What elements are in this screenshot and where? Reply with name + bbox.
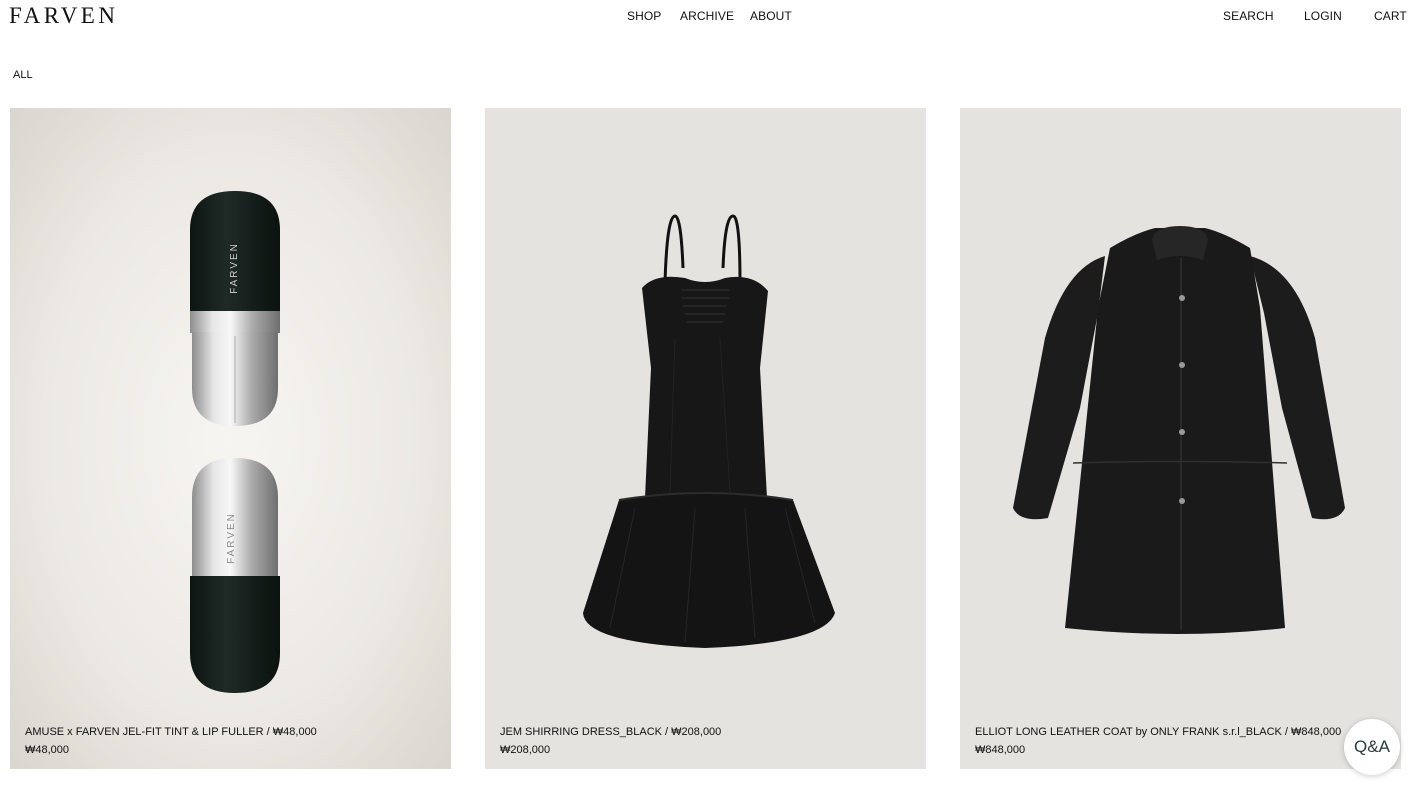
product-name[interactable]: JEM SHIRRING DRESS_BLACK / ₩208,000 <box>500 723 721 741</box>
cart-link[interactable]: CART <box>1374 9 1407 23</box>
nav-archive-link[interactable]: ARCHIVE <box>680 9 734 23</box>
product-card-lip-tint[interactable]: FARVEN FARVEN AMUSE x FARVEN JEL-FIT TIN… <box>10 108 451 769</box>
category-filter-all[interactable]: ALL <box>13 69 33 82</box>
login-link[interactable]: LOGIN <box>1304 9 1342 23</box>
black-leather-coat-image <box>1013 226 1345 634</box>
qa-chat-button[interactable]: Q&A <box>1344 719 1400 775</box>
lip-tint-capsule-image: FARVEN FARVEN <box>190 191 280 693</box>
product-info: AMUSE x FARVEN JEL-FIT TINT & LIP FULLER… <box>25 723 317 759</box>
qa-button-label: Q&A <box>1354 737 1390 756</box>
farven-logo[interactable]: FARVEN <box>9 4 118 28</box>
black-dress-image <box>583 214 835 648</box>
product-info: JEM SHIRRING DRESS_BLACK / ₩208,000 ₩208… <box>500 723 721 759</box>
product-card-leather-coat[interactable]: ELLIOT LONG LEATHER COAT by ONLY FRANK s… <box>960 108 1401 769</box>
capsule-brand-mark-lower: FARVEN <box>226 512 237 564</box>
product-name[interactable]: ELLIOT LONG LEATHER COAT by ONLY FRANK s… <box>975 723 1341 741</box>
product-info: ELLIOT LONG LEATHER COAT by ONLY FRANK s… <box>975 723 1341 759</box>
product-price: ₩848,000 <box>975 744 1026 756</box>
site-header: FARVEN SHOP ARCHIVE ABOUT SEARCH LOGIN C… <box>0 0 1421 34</box>
search-link[interactable]: SEARCH <box>1223 9 1274 23</box>
capsule-brand-mark: FARVEN <box>229 242 240 294</box>
product-price: ₩208,000 <box>500 744 551 756</box>
product-price: ₩48,000 <box>25 744 70 756</box>
product-name[interactable]: AMUSE x FARVEN JEL-FIT TINT & LIP FULLER… <box>25 723 317 741</box>
product-card-dress[interactable]: JEM SHIRRING DRESS_BLACK / ₩208,000 ₩208… <box>485 108 926 769</box>
nav-about-link[interactable]: ABOUT <box>750 9 792 23</box>
nav-shop-link[interactable]: SHOP <box>627 9 661 23</box>
